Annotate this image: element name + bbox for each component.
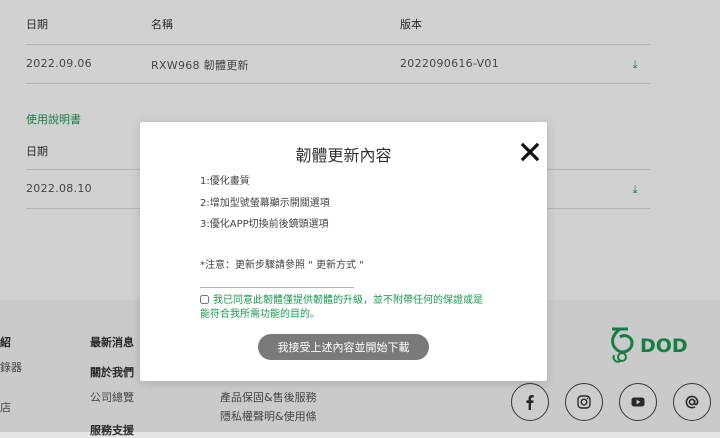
agree-checkbox[interactable]	[200, 295, 209, 304]
modal-title: 韌體更新內容	[295, 146, 392, 165]
close-icon[interactable]	[520, 142, 540, 162]
update-item: 3:優化APP切換前後鏡頭選項	[200, 219, 329, 230]
update-item: 2:增加型號螢幕顯示開關選項	[200, 198, 330, 209]
update-item: 1:優化畫質	[200, 176, 250, 187]
agree-text: 我已同意此韌體僅提供韌體的升級，並不附帶任何的保證或是能符合我所需功能的目的。	[200, 295, 483, 320]
modal-divider	[200, 287, 354, 288]
agree-checkbox-label[interactable]: 我已同意此韌體僅提供韌體的升級，並不附帶任何的保證或是能符合我所需功能的目的。	[200, 294, 490, 322]
update-note: *注意：更新步驟請參照 " 更新方式 "	[200, 260, 364, 271]
accept-download-button[interactable]: 我接受上述內容並開始下載	[258, 334, 429, 360]
firmware-update-modal: 韌體更新內容 1:優化畫質 2:增加型號螢幕顯示開關選項 3:優化APP切換前後…	[140, 122, 547, 381]
